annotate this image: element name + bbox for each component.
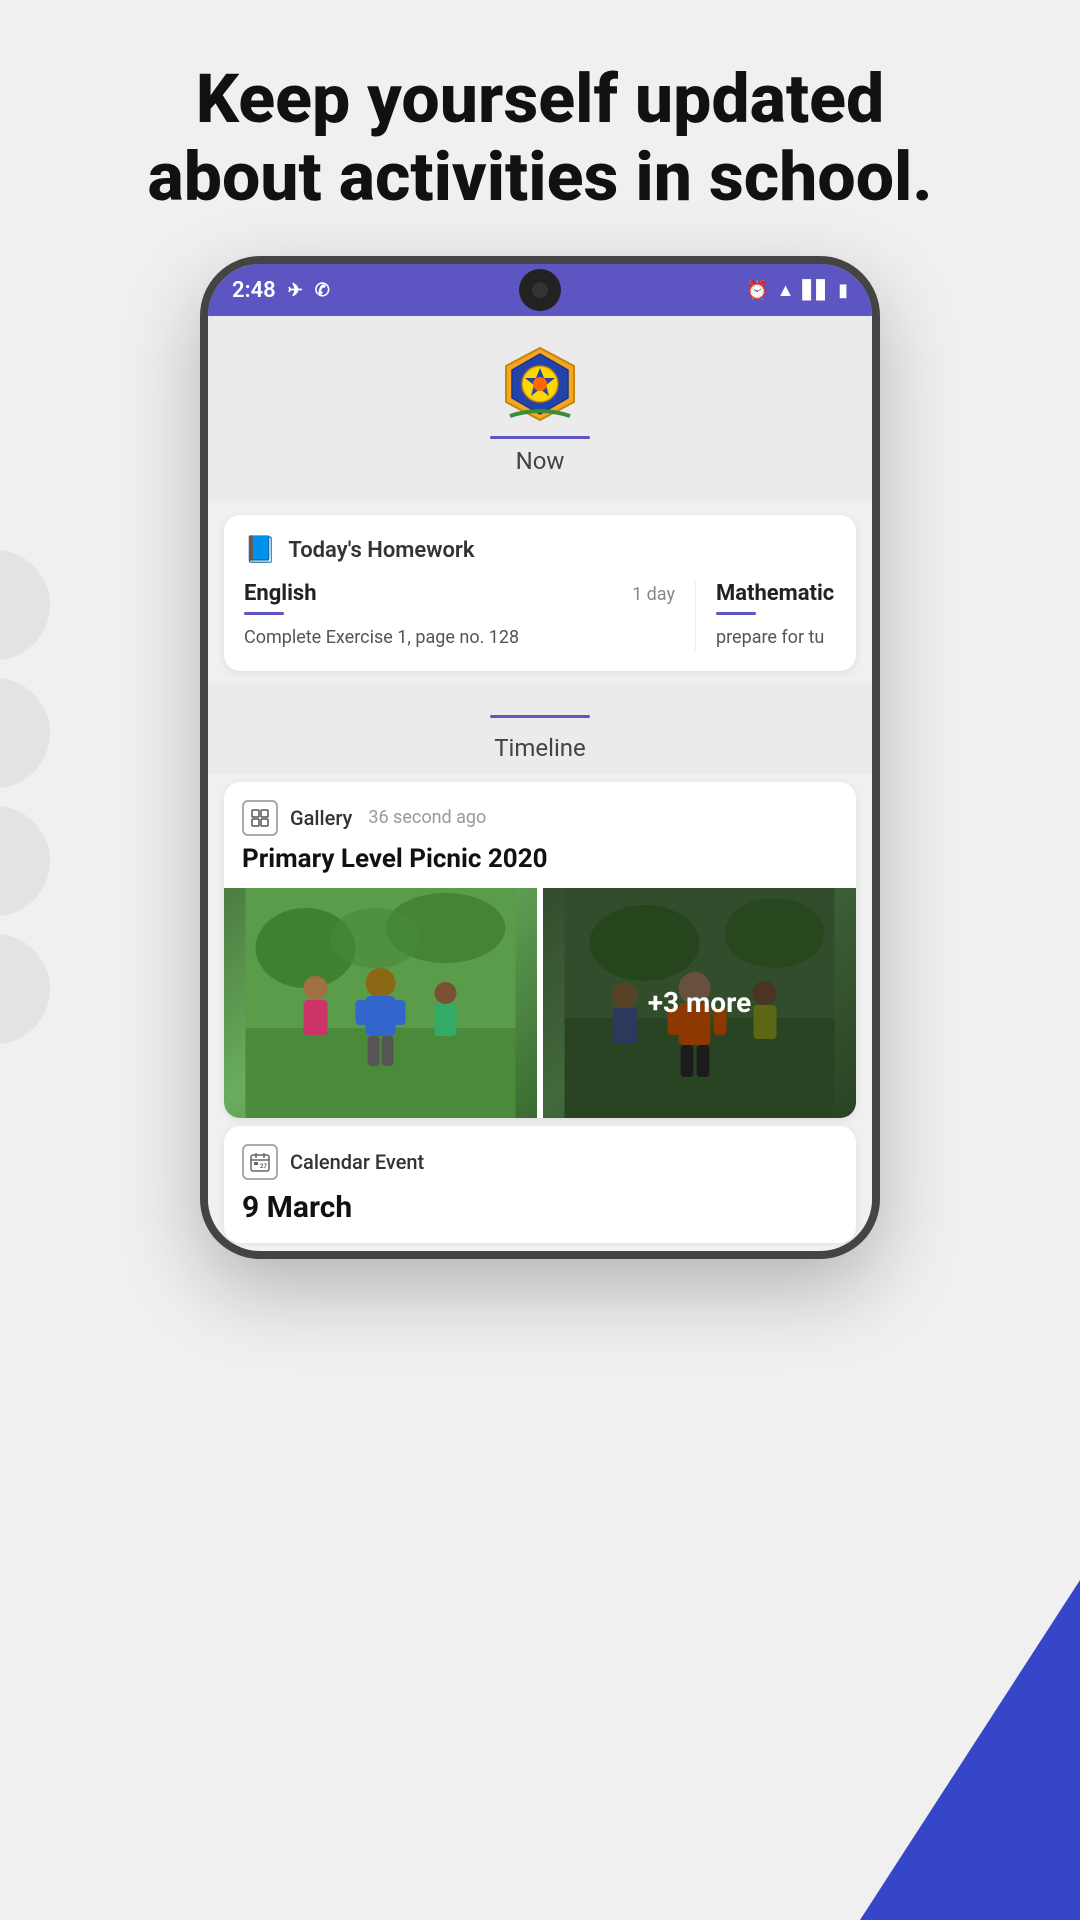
app-content: Now 📘 Today's Homework English 1 day [208,316,872,1242]
gallery-card: Gallery 36 second ago Primary Level Picn… [224,782,856,1118]
gallery-card-header: Gallery 36 second ago [242,800,838,836]
english-description: Complete Exercise 1, page no. 128 [244,625,675,650]
math-description: prepare for tu [716,625,836,650]
camera-dot [532,282,548,298]
phone-frame: 2:48 ✈ ✆ ⏰ ▲ ▋▋ ▮ [200,256,880,1258]
gallery-more-overlay[interactable]: +3 more [543,888,856,1118]
svg-text:27: 27 [260,1163,267,1170]
gallery-label: Gallery [290,806,352,830]
status-bar-left: 2:48 ✈ ✆ [232,278,330,303]
math-subject-name: Mathematic [716,581,834,606]
math-header-row: Mathematic [716,581,836,612]
timeline-tab-underline [490,715,590,718]
subject-mathematics: Mathematic prepare for tu [696,581,836,650]
calendar-event-date: 9 March [242,1190,838,1225]
timeline-section: Timeline [208,683,872,774]
now-tab-underline [490,436,590,439]
gallery-event-title: Primary Level Picnic 2020 [242,844,838,874]
gallery-image-2[interactable]: +3 more [543,888,856,1118]
calendar-card: 27 Calendar Event 9 March [224,1126,856,1243]
phone-mockup: 2:48 ✈ ✆ ⏰ ▲ ▋▋ ▮ [0,256,1080,1258]
english-underline [244,612,284,615]
status-time: 2:48 [232,278,276,303]
page-headline: Keep yourself updated about activities i… [80,60,1000,216]
english-due: 1 day [632,584,675,605]
battery-icon: ▮ [838,280,848,301]
signal-icon: ▋▋ [802,280,830,301]
homework-icon: 📘 [244,535,276,565]
bg-triangle-decoration [860,1580,1080,1920]
english-subject-name: English [244,581,317,606]
now-tab-label[interactable]: Now [516,447,565,487]
timeline-tab-label[interactable]: Timeline [494,726,586,762]
english-header-row: English 1 day [244,581,675,612]
homework-card: 📘 Today's Homework English 1 day Complet… [224,515,856,670]
status-bar: 2:48 ✈ ✆ ⏰ ▲ ▋▋ ▮ [208,264,872,316]
calendar-card-header: 27 Calendar Event [242,1144,838,1180]
wifi-icon: ▲ [777,280,795,301]
school-logo [500,344,580,424]
homework-card-title: Today's Homework [288,538,474,563]
math-underline [716,612,756,615]
gallery-time-ago: 36 second ago [368,807,486,828]
alarm-icon: ⏰ [746,280,768,301]
calendar-event-label: Calendar Event [290,1150,424,1174]
gallery-image-1[interactable] [224,888,537,1118]
messages-icon: ✈ [288,280,303,301]
camera-notch [519,269,561,311]
homework-card-header: 📘 Today's Homework [244,535,836,565]
gallery-images-row[interactable]: +3 more [224,888,856,1118]
page-header: Keep yourself updated about activities i… [0,0,1080,256]
whatsapp-icon: ✆ [315,280,330,301]
status-bar-right: ⏰ ▲ ▋▋ ▮ [746,280,848,301]
gallery-icon [242,800,278,836]
school-section: Now [208,316,872,503]
subject-english: English 1 day Complete Exercise 1, page … [244,581,696,650]
subjects-row: English 1 day Complete Exercise 1, page … [244,581,836,650]
calendar-icon: 27 [242,1144,278,1180]
